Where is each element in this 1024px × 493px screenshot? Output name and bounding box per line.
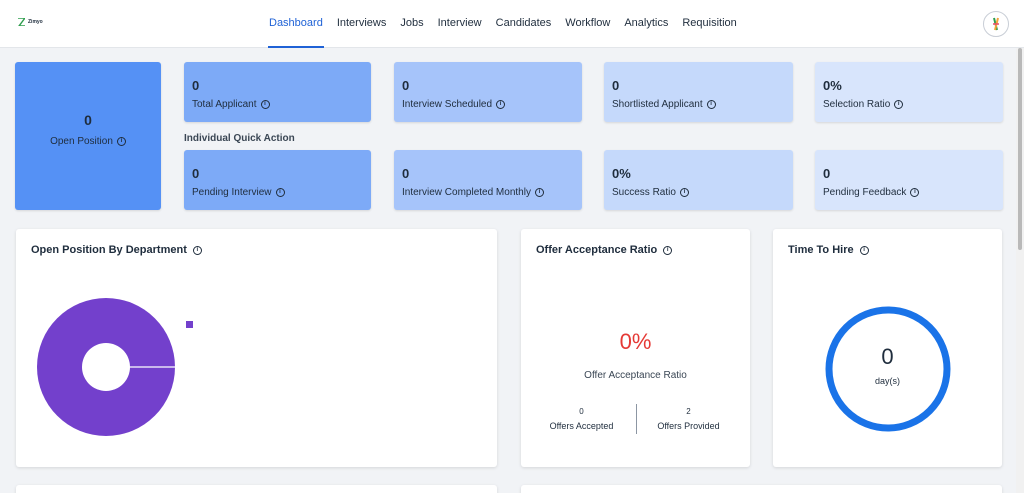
interview-completed-monthly-label: Interview Completed Monthly i bbox=[402, 187, 544, 198]
info-icon[interactable]: i bbox=[116, 137, 126, 146]
department-donut-chart bbox=[37, 298, 175, 436]
time-to-hire-unit: day(s) bbox=[874, 376, 900, 386]
offer-acceptance-card: Offer Acceptance Ratio i 0% Offer Accepta… bbox=[521, 229, 750, 467]
interview-completed-monthly-tile[interactable]: 0 Interview Completed Monthly i bbox=[394, 150, 582, 210]
open-position-label: Open Position i bbox=[15, 136, 161, 147]
department-chart-title: Open Position By Department i bbox=[31, 244, 202, 256]
interview-scheduled-value: 0 bbox=[402, 78, 410, 93]
open-position-tile[interactable]: 0 Open Position i bbox=[15, 62, 161, 210]
shortlisted-applicant-tile[interactable]: 0 Shortlisted Applicant i bbox=[604, 62, 793, 122]
top-nav-bar: Zimyo Dashboard Interviews Jobs Intervie… bbox=[0, 0, 1024, 48]
info-icon[interactable]: i bbox=[706, 100, 716, 109]
interview-scheduled-label: Interview Scheduled i bbox=[402, 99, 506, 110]
pending-feedback-tile[interactable]: 0 Pending Feedback i bbox=[815, 150, 1003, 210]
page-scrollbar[interactable] bbox=[1016, 48, 1024, 493]
main-nav: Dashboard Interviews Jobs Interview Cand… bbox=[262, 0, 744, 48]
offer-acceptance-title: Offer Acceptance Ratio i bbox=[536, 244, 673, 256]
info-icon[interactable]: i bbox=[275, 188, 285, 197]
nav-workflow[interactable]: Workflow bbox=[558, 0, 617, 48]
offers-provided-value: 2 bbox=[686, 407, 691, 416]
info-icon[interactable]: i bbox=[894, 100, 904, 109]
info-icon[interactable]: i bbox=[910, 188, 920, 197]
pending-interview-label: Pending Interview i bbox=[192, 187, 285, 198]
avatar-logo-icon bbox=[993, 17, 999, 31]
next-card-left bbox=[16, 485, 497, 493]
scrollbar-thumb[interactable] bbox=[1018, 48, 1022, 250]
time-to-hire-card: Time To Hire i 0 day(s) bbox=[773, 229, 1002, 467]
offer-acceptance-label: Offer Acceptance Ratio bbox=[584, 370, 687, 381]
pending-feedback-value: 0 bbox=[823, 166, 831, 181]
donut-hole bbox=[82, 343, 130, 391]
success-ratio-label: Success Ratio i bbox=[612, 187, 689, 198]
offers-accepted: 0 Offers Accepted bbox=[524, 407, 639, 431]
offer-acceptance-value: 0% bbox=[619, 329, 652, 354]
offers-provided: 2 Offers Provided bbox=[631, 407, 746, 431]
offers-accepted-value: 0 bbox=[579, 407, 584, 416]
next-card-right bbox=[521, 485, 1002, 493]
user-avatar[interactable] bbox=[983, 11, 1009, 37]
selection-ratio-value: 0% bbox=[823, 78, 842, 93]
selection-ratio-tile[interactable]: 0% Selection Ratio i bbox=[815, 62, 1003, 122]
open-position-value: 0 bbox=[84, 112, 92, 128]
total-applicant-value: 0 bbox=[192, 78, 200, 93]
info-icon[interactable]: i bbox=[663, 245, 673, 255]
department-chart-card: Open Position By Department i bbox=[16, 229, 497, 467]
success-ratio-value: 0% bbox=[612, 166, 631, 181]
nav-interview[interactable]: Interview bbox=[431, 0, 489, 48]
offers-accepted-label: Offers Accepted bbox=[549, 421, 614, 431]
offers-provided-label: Offers Provided bbox=[657, 421, 720, 431]
total-applicant-label: Total Applicant i bbox=[192, 99, 270, 110]
time-to-hire-value: 0 bbox=[881, 344, 894, 369]
info-icon[interactable]: i bbox=[859, 245, 869, 255]
shortlisted-applicant-label: Shortlisted Applicant i bbox=[612, 99, 716, 110]
info-icon[interactable]: i bbox=[192, 245, 202, 255]
nav-jobs[interactable]: Jobs bbox=[393, 0, 430, 48]
nav-requisition[interactable]: Requisition bbox=[675, 0, 743, 48]
logo-text: Zimyo bbox=[28, 19, 43, 25]
success-ratio-tile[interactable]: 0% Success Ratio i bbox=[604, 150, 793, 210]
info-icon[interactable]: i bbox=[534, 188, 544, 197]
logo-icon bbox=[18, 18, 25, 26]
info-icon[interactable]: i bbox=[496, 100, 506, 109]
quick-action-heading: Individual Quick Action bbox=[184, 133, 295, 144]
time-to-hire-title: Time To Hire i bbox=[788, 244, 869, 256]
nav-interviews[interactable]: Interviews bbox=[330, 0, 394, 48]
selection-ratio-label: Selection Ratio i bbox=[823, 99, 904, 110]
interview-scheduled-tile[interactable]: 0 Interview Scheduled i bbox=[394, 62, 582, 122]
pending-interview-tile[interactable]: 0 Pending Interview i bbox=[184, 150, 371, 210]
logo[interactable]: Zimyo bbox=[18, 18, 43, 26]
nav-analytics[interactable]: Analytics bbox=[617, 0, 675, 48]
legend-swatch[interactable] bbox=[186, 321, 193, 328]
total-applicant-tile[interactable]: 0 Total Applicant i bbox=[184, 62, 371, 122]
shortlisted-applicant-value: 0 bbox=[612, 78, 620, 93]
pending-interview-value: 0 bbox=[192, 166, 200, 181]
nav-candidates[interactable]: Candidates bbox=[489, 0, 559, 48]
nav-dashboard[interactable]: Dashboard bbox=[262, 0, 330, 48]
info-icon[interactable]: i bbox=[679, 188, 689, 197]
pending-feedback-label: Pending Feedback i bbox=[823, 187, 920, 198]
info-icon[interactable]: i bbox=[260, 100, 270, 109]
interview-completed-monthly-value: 0 bbox=[402, 166, 410, 181]
